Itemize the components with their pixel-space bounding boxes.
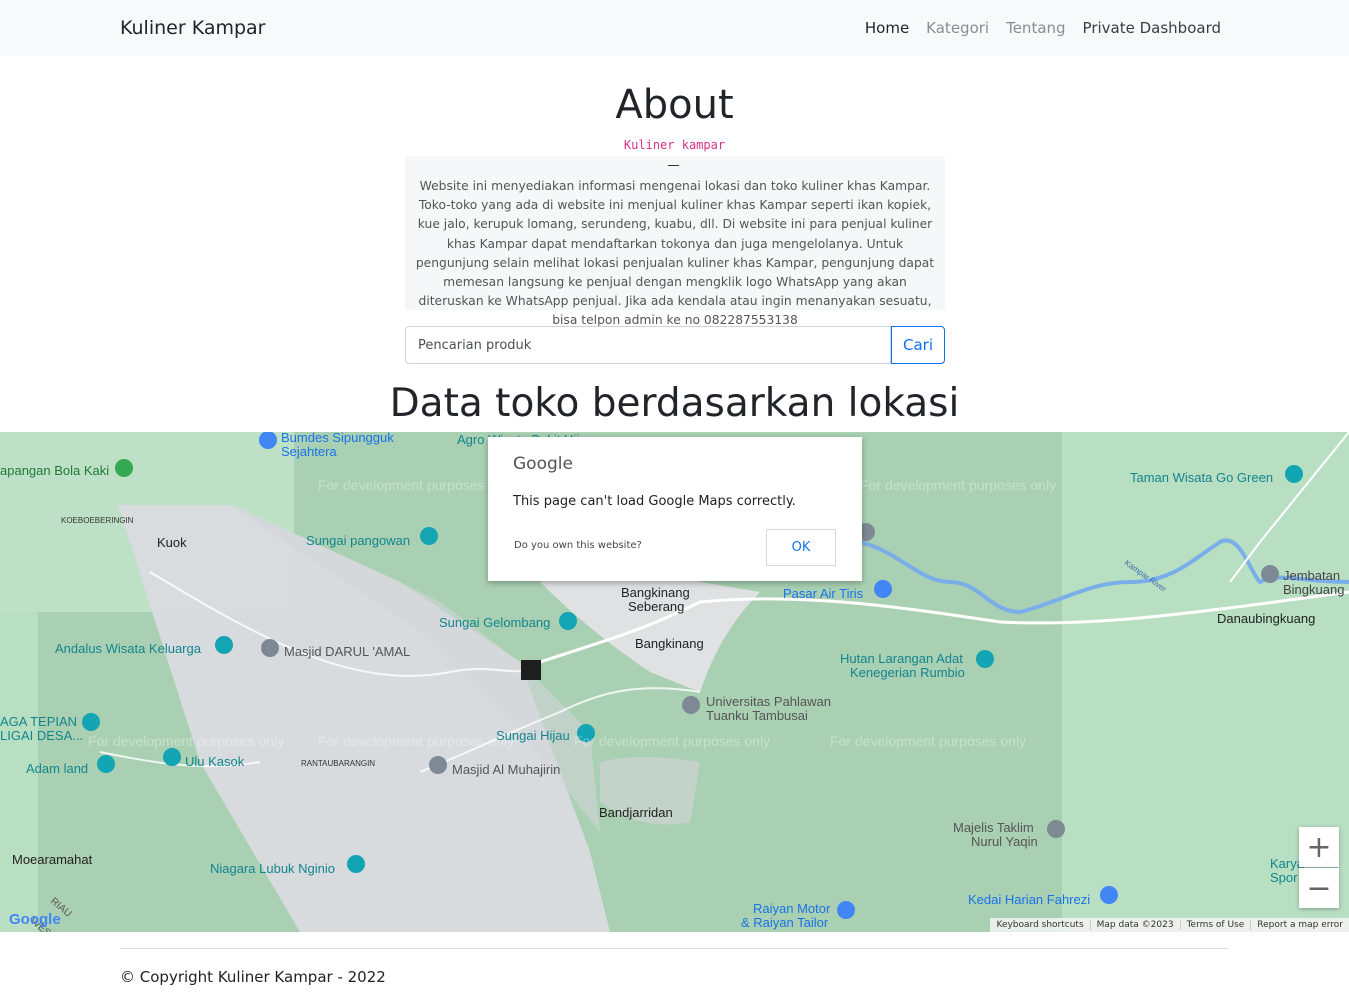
footer-copyright: © Copyright Kuliner Kampar - 2022 (120, 968, 386, 986)
dialog-own-question[interactable]: Do you own this website? (514, 540, 642, 551)
watermark: For development purposes only (574, 733, 770, 749)
watermark: For development purposes only (860, 477, 1056, 493)
map-label: Danaubingkuang (1217, 611, 1315, 626)
map-label: Pasar Air Tiris (783, 586, 864, 601)
google-logo: Google (9, 911, 61, 928)
navbar-brand[interactable]: Kuliner Kampar (120, 17, 266, 39)
nav-tentang[interactable]: Tentang (1006, 19, 1065, 37)
maps-error-dialog: Google This page can't load Google Maps … (488, 437, 862, 581)
park-pin-icon[interactable] (115, 459, 133, 477)
map-label: Raiyan Motor (753, 901, 831, 916)
camera-pin-icon[interactable] (163, 748, 181, 766)
map-marker[interactable] (521, 660, 541, 680)
map-data-label: Map data ©2023 (1089, 920, 1180, 930)
map-label: Seberang (628, 599, 684, 614)
camera-pin-icon[interactable] (82, 713, 100, 731)
map-label: RANTAUBARANGIN (301, 759, 375, 768)
camera-pin-icon[interactable] (559, 612, 577, 630)
map-label: Masjid Al Muhajirin (452, 762, 560, 777)
nav-private-dashboard[interactable]: Private Dashboard (1083, 19, 1221, 37)
zoom-in-button[interactable]: + (1299, 827, 1339, 867)
map-label: Nurul Yaqin (971, 834, 1038, 849)
search-input[interactable] (405, 326, 891, 364)
map-label: AGA TEPIAN (0, 714, 77, 729)
landmark-pin-icon[interactable] (1261, 565, 1279, 583)
camera-pin-icon[interactable] (976, 650, 994, 668)
school-pin-icon[interactable] (682, 696, 700, 714)
map-label: Niagara Lubuk Nginio (210, 861, 335, 876)
camera-pin-icon[interactable] (97, 755, 115, 773)
map-label: Adam land (26, 761, 88, 776)
dialog-message: This page can't load Google Maps correct… (513, 494, 796, 509)
camera-pin-icon[interactable] (215, 636, 233, 654)
ok-button[interactable]: OK (766, 529, 836, 566)
report-map-error-link[interactable]: Report a map error (1250, 920, 1349, 930)
watermark: For development purposes only (830, 733, 1026, 749)
about-title: About (615, 82, 734, 128)
footer-divider (120, 948, 1229, 949)
map-label: Kedai Harian Fahrezi (968, 892, 1090, 907)
nav-kategori[interactable]: Kategori (926, 19, 989, 37)
shop-pin-icon[interactable] (1100, 886, 1118, 904)
map-label: Masjid DARUL 'AMAL (284, 644, 410, 659)
data-section-title: Data toko berdasarkan lokasi (389, 381, 960, 426)
map-label: Sungai Hijau (496, 728, 570, 743)
map-label: Jembatan (1283, 568, 1340, 583)
map-label: Bingkuang (1283, 582, 1344, 597)
terms-of-use-link[interactable]: Terms of Use (1179, 920, 1251, 930)
nav-home[interactable]: Home (865, 19, 909, 37)
camera-pin-icon[interactable] (347, 855, 365, 873)
watermark: For development purposes only (88, 733, 284, 749)
map-label: Bangkinang (621, 585, 690, 600)
map-label: Sungai Gelombang (439, 615, 550, 630)
about-code-label: Kuliner kampar (623, 138, 726, 152)
navbar: Kuliner Kampar Home Kategori Tentang Pri… (0, 0, 1349, 56)
map-label: Moearamahat (12, 852, 93, 867)
map-label: Taman Wisata Go Green (1130, 470, 1273, 485)
watermark: For development purposes only (318, 733, 514, 749)
divider (668, 165, 679, 166)
map-label: Majelis Taklim (953, 820, 1034, 835)
google-logo: Google (513, 454, 573, 474)
camera-pin-icon[interactable] (420, 527, 438, 545)
map-label: Andalus Wisata Keluarga (55, 641, 202, 656)
map-label: & Raiyan Tailor (741, 915, 829, 930)
map-label: Kenegerian Rumbio (850, 665, 965, 680)
map-label: Bangkinang (635, 636, 704, 651)
map-label: Universitas Pahlawan (706, 694, 831, 709)
map-label: Spor (1270, 870, 1298, 885)
map-label: Sungai pangowan (306, 533, 410, 548)
mosque-pin-icon[interactable] (429, 756, 447, 774)
mosque-pin-icon[interactable] (261, 639, 279, 657)
map-label: LIGAI DESA... (0, 728, 83, 743)
map-attribution: Keyboard shortcuts Map data ©2023 Terms … (990, 918, 1349, 932)
search-button[interactable]: Cari (891, 326, 945, 364)
keyboard-shortcuts-link[interactable]: Keyboard shortcuts (990, 920, 1089, 930)
about-description: Website ini menyediakan informasi mengen… (415, 179, 935, 328)
mosque-pin-icon[interactable] (1047, 820, 1065, 838)
map-label: Bandjarridan (599, 805, 673, 820)
watermark: For development purposes only (318, 477, 514, 493)
map-label: Ulu Kasok (185, 754, 245, 769)
map-label: Kuok (157, 535, 187, 550)
camera-pin-icon[interactable] (1285, 465, 1303, 483)
shop-pin-icon[interactable] (837, 901, 855, 919)
map-label: apangan Bola Kaki (0, 463, 109, 478)
map-label: KOEBOEBERINGIN (61, 516, 134, 525)
zoom-out-button[interactable]: − (1299, 868, 1339, 908)
map-label: Sejahtera (281, 444, 337, 459)
shop-pin-icon[interactable] (874, 580, 892, 598)
map-label: Hutan Larangan Adat (840, 651, 963, 666)
map-label: Tuanku Tambusai (706, 708, 808, 723)
nav-links: Home Kategori Tentang Private Dashboard (865, 19, 1221, 37)
